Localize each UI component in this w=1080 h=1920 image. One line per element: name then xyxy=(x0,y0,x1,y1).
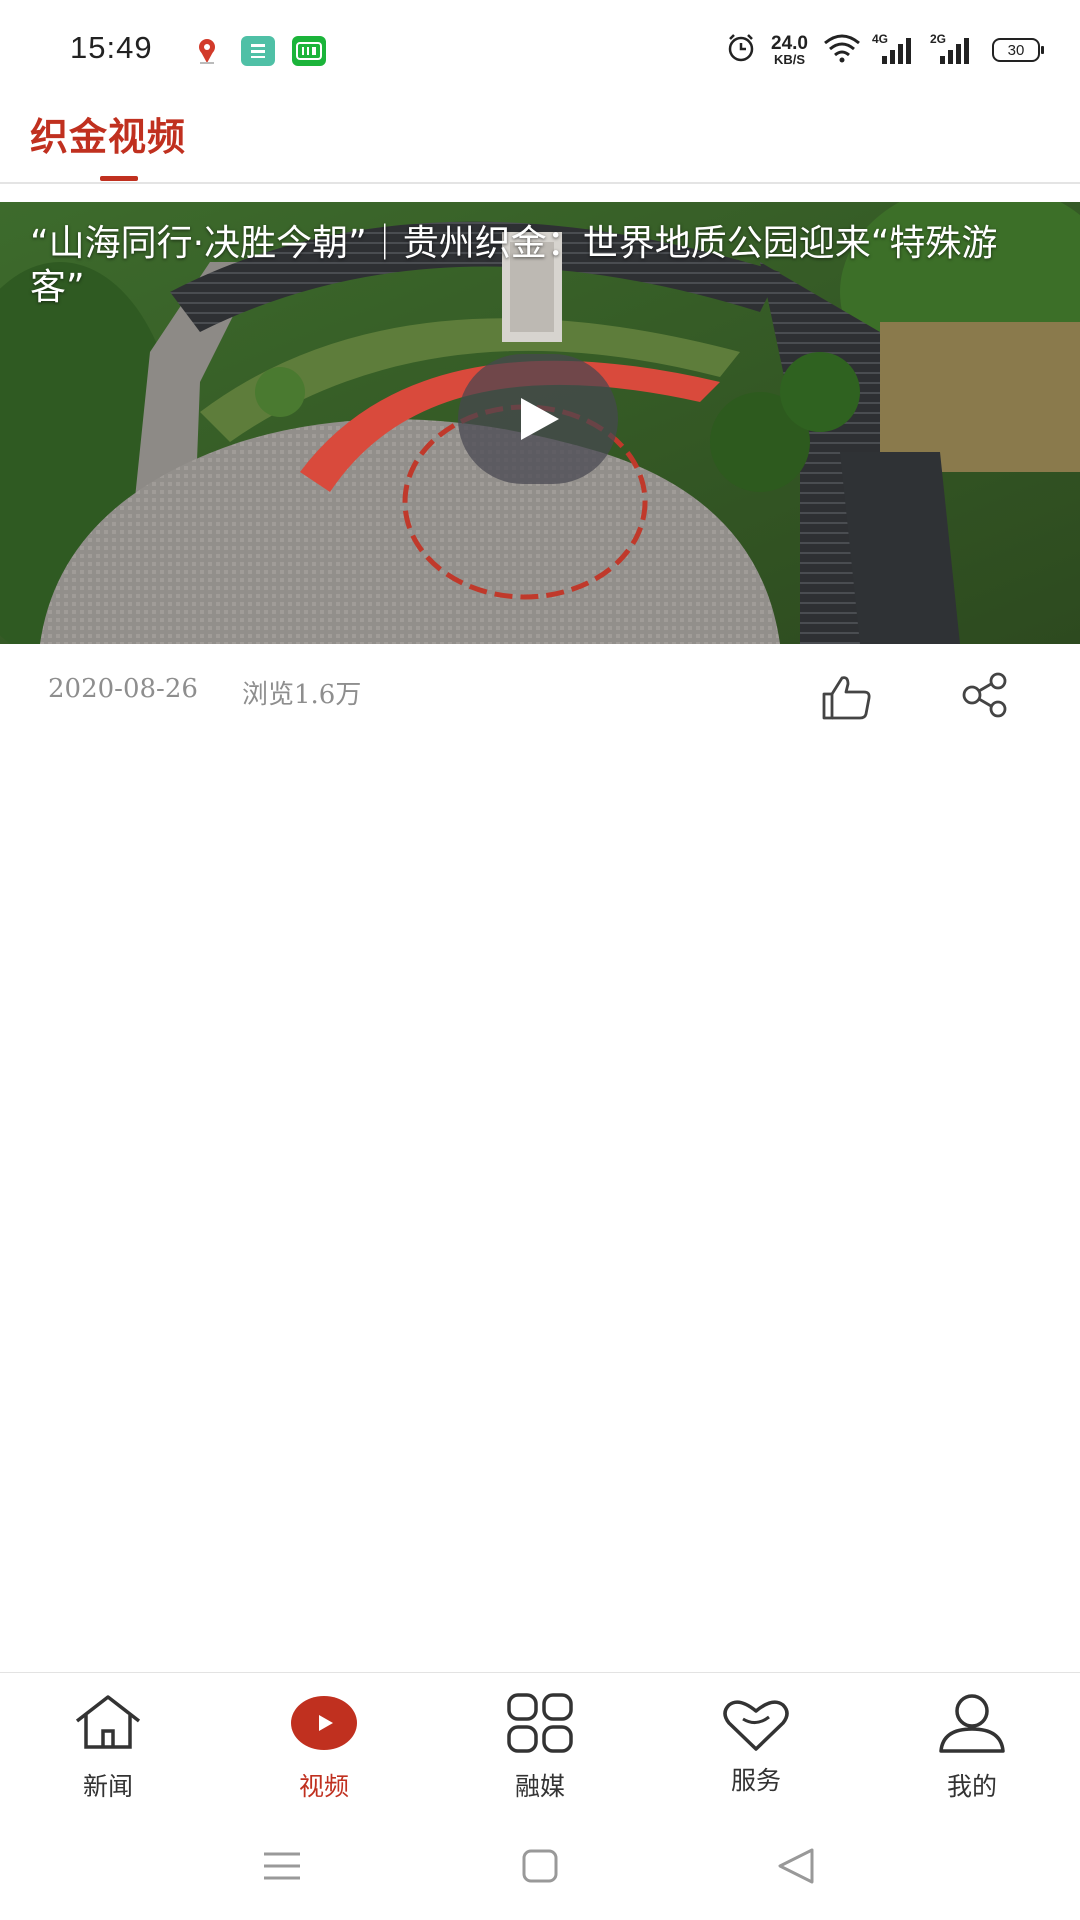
network-speed-value: 24.0 xyxy=(771,33,808,54)
back-triangle-icon[interactable] xyxy=(772,1846,820,1886)
share-icon[interactable] xyxy=(962,672,1008,718)
page-header: 织金视频 xyxy=(0,100,1080,184)
signal-4g-label: 4G xyxy=(872,32,889,46)
tab-me[interactable]: 我的 xyxy=(864,1673,1080,1813)
play-circle-icon xyxy=(291,1696,357,1750)
tab-news-label: 新闻 xyxy=(82,1772,133,1801)
video-card[interactable]: “山海同行·决胜今朝”｜贵州织金：世界地质公园迎来“特殊游客” xyxy=(0,202,1080,644)
menu-icon[interactable] xyxy=(258,1846,306,1886)
grid-icon xyxy=(507,1693,573,1753)
tab-media-label: 融媒 xyxy=(514,1772,565,1801)
play-button[interactable] xyxy=(458,354,618,484)
video-meta-row: 2020-08-26 浏览1.6万 xyxy=(0,644,1080,744)
play-icon xyxy=(521,398,559,440)
tab-video-label: 视频 xyxy=(298,1772,349,1801)
network-speed-unit: KB/S xyxy=(773,52,806,67)
video-views: 浏览1.6万 xyxy=(242,680,362,710)
title-underline xyxy=(100,176,138,181)
video-date: 2020-08-26 xyxy=(48,674,198,704)
map-pin-icon xyxy=(190,36,224,66)
battery-indicator: 30 xyxy=(992,38,1044,62)
thumbs-up-icon[interactable] xyxy=(820,674,872,720)
tab-media[interactable]: 融媒 xyxy=(432,1673,648,1813)
tab-service-label: 服务 xyxy=(730,1766,781,1795)
signal-2g-label: 2G xyxy=(930,32,947,46)
status-bar: 15:49 24.0 KB/S 4G 2G 30 xyxy=(0,0,1080,100)
alarm-icon xyxy=(725,32,757,68)
iqiyi-icon xyxy=(292,36,326,66)
network-speed: 24.0 KB/S xyxy=(771,34,808,66)
app-icon xyxy=(241,36,275,66)
system-nav-bar xyxy=(0,1812,1080,1920)
page-title: 织金视频 xyxy=(30,115,187,159)
video-title[interactable]: “山海同行·决胜今朝”｜贵州织金：世界地质公园迎来“特殊游客” xyxy=(30,222,1050,310)
home-icon xyxy=(75,1695,141,1749)
signal-4g: 4G xyxy=(872,32,920,64)
tab-video[interactable]: 视频 xyxy=(216,1673,432,1813)
user-icon xyxy=(939,1694,1005,1753)
tab-me-label: 我的 xyxy=(946,1772,997,1801)
wifi-icon xyxy=(822,33,862,67)
status-time: 15:49 xyxy=(70,30,153,65)
bottom-tab-bar: 新闻 视频 融媒 服务 我的 xyxy=(0,1672,1080,1812)
heart-icon xyxy=(723,1700,789,1751)
signal-2g: 2G xyxy=(930,32,978,64)
tab-news[interactable]: 新闻 xyxy=(0,1673,216,1813)
home-square-icon[interactable] xyxy=(516,1846,564,1886)
tab-service[interactable]: 服务 xyxy=(648,1673,864,1813)
